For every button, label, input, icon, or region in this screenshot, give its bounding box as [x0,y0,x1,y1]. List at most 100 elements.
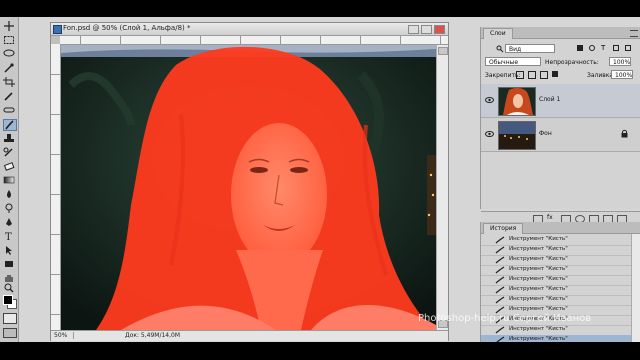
fx-icon[interactable]: fx [547,214,553,221]
document-icon [53,25,62,34]
close-button[interactable] [434,25,445,34]
clone-stamp-tool-icon[interactable] [3,133,15,143]
tab-layers[interactable]: Слои [483,28,513,39]
lasso-tool-icon[interactable] [3,49,15,59]
svg-text:T: T [5,232,12,241]
document-window: Fon.psd @ 50% (Слой 1, Альфа/8) * 50% До… [50,22,449,341]
brush-icon [495,266,505,274]
type-tool-icon[interactable]: T [3,231,15,241]
search-icon [496,45,504,53]
healing-tool-icon[interactable] [3,105,15,115]
quick-select-tool-icon[interactable] [3,63,15,73]
eye-icon[interactable] [485,131,494,137]
brush-icon [495,286,505,294]
blur-tool-icon[interactable] [3,189,15,199]
tab-history[interactable]: История [483,223,524,234]
lock-all-icon[interactable] [552,71,558,77]
path-select-tool-icon[interactable] [3,245,15,255]
history-panel: История Инструмент "Кисть" Инструмент "Ки… [480,222,640,342]
brush-icon [495,296,505,304]
marquee-tool-icon[interactable] [3,35,15,45]
layer-filter-select[interactable]: Вид [505,44,555,53]
brush-icon [495,246,505,254]
brush-icon [495,326,505,334]
zoom-tool-icon[interactable] [3,283,15,293]
history-scrollbar[interactable] [631,234,640,342]
photoshop-window: T Fon.psd @ 50% (Слой 1, Альфа/8) * 50% … [0,17,640,342]
opacity-input[interactable]: 100% [609,57,631,66]
watermark: Photoshop-help.ru Сергей Иванов [418,313,592,324]
pen-tool-icon[interactable] [3,217,15,227]
layer-thumbnail [498,87,536,116]
crop-tool-icon[interactable] [3,77,15,87]
brush-icon [496,336,505,342]
history-brush-tool-icon[interactable] [3,147,15,157]
blend-mode-select[interactable]: Обычные [485,57,541,66]
minimize-button[interactable] [408,25,419,34]
vertical-ruler[interactable] [51,44,61,330]
smart-object-filter-icon[interactable] [625,45,631,51]
opacity-label: Непрозрачность: [545,59,599,66]
window-controls [408,25,445,34]
history-item-label: Инструмент "Кисть" [509,266,568,272]
dodge-tool-icon[interactable] [3,203,15,213]
filter-icons: T [577,43,639,53]
layer-row-layer1[interactable]: Слой 1 [481,84,640,118]
letterbox-bottom [0,342,640,360]
hand-tool-icon[interactable] [3,273,15,283]
lock-pixels-icon[interactable] [528,71,536,79]
eye-icon[interactable] [485,97,494,103]
lock-transparent-icon[interactable] [516,71,524,79]
fill-input[interactable]: 100% [611,70,633,79]
shape-tool-icon[interactable] [3,259,15,269]
history-item-label: Инструмент "Кисть" [509,246,568,252]
history-item-label: Инструмент "Кисть" [509,336,568,342]
lock-position-icon[interactable] [540,71,548,79]
lock-icon [621,129,628,138]
layers-tabbar: Слои [481,27,640,39]
canvas-image [61,45,436,330]
document-tab[interactable]: Fon.psd @ 50% (Слой 1, Альфа/8) * [51,23,448,36]
history-item-label: Инструмент "Кисть" [509,326,568,332]
history-tabbar: История [481,222,640,234]
letterbox-top [0,0,640,17]
zoom-level[interactable]: 50% [54,332,75,339]
history-item-label: Инструмент "Кисть" [509,256,568,262]
vertical-scrollbar[interactable] [436,45,448,330]
image-canvas[interactable] [61,45,436,330]
maximize-button[interactable] [421,25,432,34]
layer-name[interactable]: Слой 1 [539,96,560,103]
type-filter-icon[interactable]: T [601,44,605,52]
shape-filter-icon[interactable] [613,45,619,51]
gradient-tool-icon[interactable] [3,175,15,185]
document-title: Fon.psd @ 50% (Слой 1, Альфа/8) * [63,24,191,32]
quick-mask-toggle[interactable] [3,313,17,324]
layers-panel: Слои Вид T Обычные Непрозрачность: 100% … [480,27,640,224]
foreground-color-swatch[interactable] [3,295,13,305]
horizontal-ruler[interactable] [60,36,448,45]
move-tool-icon[interactable] [3,21,15,31]
lock-icons [516,71,558,79]
eyedropper-tool-icon[interactable] [3,91,15,101]
eraser-tool-icon[interactable] [3,161,15,171]
screen-mode-button[interactable] [3,328,17,338]
history-item-label: Инструмент "Кисть" [509,306,568,312]
brush-icon [495,256,505,264]
document-size-info[interactable]: Док: 5,49M/14,0M [125,332,180,339]
pixel-filter-icon[interactable] [577,45,583,51]
history-item-label: Инструмент "Кисть" [509,296,568,302]
history-item-label: Инструмент "Кисть" [509,236,568,242]
adjustment-filter-icon[interactable] [589,45,595,51]
history-item-label: Инструмент "Кисть" [509,276,568,282]
layer-thumbnail [498,121,536,150]
brush-icon [495,276,505,284]
layer-name[interactable]: Фон [539,130,552,137]
layer-row-background[interactable]: Фон [481,118,640,152]
brush-tool-icon[interactable] [3,119,17,131]
history-item-label: Инструмент "Кисть" [509,286,568,292]
brush-icon [495,236,505,244]
tools-panel: T [0,17,19,342]
history-item[interactable]: Инструмент "Кисть" [481,335,631,342]
status-bar: 50% Док: 5,49M/14,0M [51,330,448,341]
panel-menu-icon[interactable] [630,30,638,37]
